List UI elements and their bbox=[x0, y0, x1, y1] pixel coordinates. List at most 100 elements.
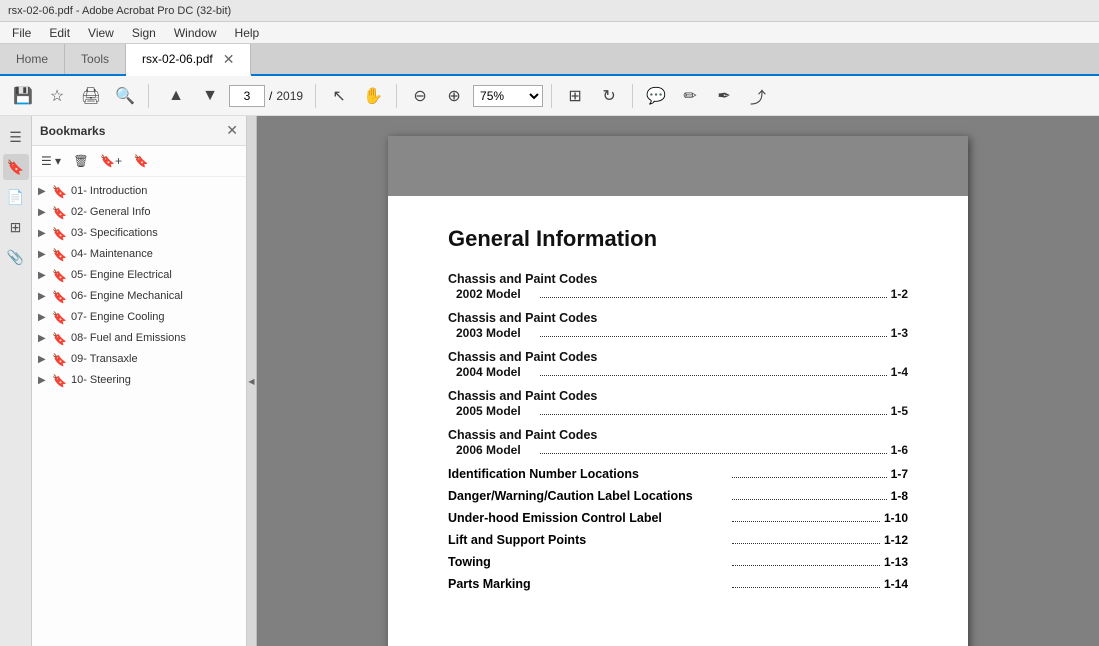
zoom-in-button[interactable]: ⊕ bbox=[439, 82, 469, 110]
bookmarks-delete-button[interactable]: 🗑 bbox=[68, 150, 94, 172]
toc-sub-label-0: 2002 Model bbox=[456, 287, 536, 301]
toc-single-dots-5 bbox=[732, 587, 880, 588]
panel-toggle-button[interactable]: ☰ bbox=[3, 124, 29, 150]
bookmark-item-03[interactable]: ▶ 🔖 03- Specifications bbox=[32, 223, 246, 244]
zoom-out-button[interactable]: ⊖ bbox=[405, 82, 435, 110]
hand-tool-button[interactable]: ✋ bbox=[358, 82, 388, 110]
bookmark-icon: 🔖 bbox=[52, 374, 67, 388]
bookmark-label-09: 09- Transaxle bbox=[71, 352, 138, 366]
bookmark-button[interactable]: ☆ bbox=[42, 82, 72, 110]
toc-single-2: Under-hood Emission Control Label 1-10 bbox=[448, 511, 908, 525]
bookmark-item-07[interactable]: ▶ 🔖 07- Engine Cooling bbox=[32, 307, 246, 328]
section-title: General Information bbox=[448, 226, 908, 252]
rotate-button[interactable]: ↻ bbox=[594, 82, 624, 110]
bookmark-item-08[interactable]: ▶ 🔖 08- Fuel and Emissions bbox=[32, 328, 246, 349]
bookmark-label-06: 06- Engine Mechanical bbox=[71, 289, 183, 303]
page-navigation: ▲ ▼ / 2019 bbox=[161, 82, 303, 110]
menu-edit[interactable]: Edit bbox=[41, 24, 78, 42]
pdf-area[interactable]: General Information Chassis and Paint Co… bbox=[257, 116, 1099, 646]
tab-pdf[interactable]: rsx-02-06.pdf ✕ bbox=[126, 44, 251, 76]
page-number-input[interactable] bbox=[229, 85, 265, 107]
next-page-button[interactable]: ▼ bbox=[195, 82, 225, 110]
bookmarks-close-button[interactable]: ✕ bbox=[226, 122, 238, 139]
bookmark-item-10[interactable]: ▶ 🔖 10- Steering bbox=[32, 370, 246, 391]
highlight-button[interactable]: ✏ bbox=[675, 82, 705, 110]
toc-single-5: Parts Marking 1-14 bbox=[448, 577, 908, 591]
toc-sub-label-3: 2005 Model bbox=[456, 404, 536, 418]
zoom-select[interactable]: 50% 75% 75% 100% 125% 150% bbox=[473, 85, 543, 107]
toc-single-4: Towing 1-13 bbox=[448, 555, 908, 569]
toc-main-4: Chassis and Paint Codes bbox=[448, 428, 908, 442]
bookmark-item-06[interactable]: ▶ 🔖 06- Engine Mechanical bbox=[32, 286, 246, 307]
share-button[interactable]: ⤴ bbox=[743, 82, 773, 110]
tab-close-icon[interactable]: ✕ bbox=[223, 51, 235, 68]
bookmarks-list: ▶ 🔖 01- Introduction ▶ 🔖 02- General Inf… bbox=[32, 177, 246, 646]
bookmark-item-04[interactable]: ▶ 🔖 04- Maintenance bbox=[32, 244, 246, 265]
toc-dots-1 bbox=[540, 336, 887, 337]
bookmark-item-01[interactable]: ▶ 🔖 01- Introduction bbox=[32, 181, 246, 202]
save-button[interactable]: 💾 bbox=[8, 82, 38, 110]
toolbar-separator-4 bbox=[551, 84, 552, 108]
tab-home[interactable]: Home bbox=[0, 44, 65, 74]
toc-entry-0: Chassis and Paint Codes 2002 Model 1-2 bbox=[448, 272, 908, 301]
toc-page-0: 1-2 bbox=[891, 287, 908, 301]
search-button[interactable]: 🔍 bbox=[110, 82, 140, 110]
bookmark-icon: 🔖 bbox=[52, 311, 67, 325]
toc-single-page-4: 1-13 bbox=[884, 555, 908, 569]
toc-page-1: 1-3 bbox=[891, 326, 908, 340]
menu-window[interactable]: Window bbox=[166, 24, 225, 42]
toc-main-1: Chassis and Paint Codes bbox=[448, 311, 908, 325]
toolbar-separator-1 bbox=[148, 84, 149, 108]
tab-tools[interactable]: Tools bbox=[65, 44, 126, 74]
chevron-right-icon: ▶ bbox=[38, 207, 48, 218]
bookmark-label-01: 01- Introduction bbox=[71, 184, 147, 198]
toc-single-page-1: 1-8 bbox=[891, 489, 908, 503]
attachments-panel-button[interactable]: 📎 bbox=[3, 244, 29, 270]
bookmarks-menu-button[interactable]: ☰ ▾ bbox=[38, 150, 64, 172]
bookmark-label-10: 10- Steering bbox=[71, 373, 131, 387]
prev-page-button[interactable]: ▲ bbox=[161, 82, 191, 110]
menu-bar: File Edit View Sign Window Help bbox=[0, 22, 1099, 44]
chevron-right-icon: ▶ bbox=[38, 186, 48, 197]
fit-page-button[interactable]: ⊞ bbox=[560, 82, 590, 110]
markup-button[interactable]: ✒ bbox=[709, 82, 739, 110]
toc-single-dots-1 bbox=[732, 499, 887, 500]
panel-collapse-handle[interactable]: ◀ bbox=[247, 116, 257, 646]
toc-single-dots-4 bbox=[732, 565, 880, 566]
cursor-tool-button[interactable]: ↖ bbox=[324, 82, 354, 110]
toc-dots-4 bbox=[540, 453, 887, 454]
bookmark-icon: 🔖 bbox=[52, 248, 67, 262]
bookmark-label-03: 03- Specifications bbox=[71, 226, 158, 240]
layers-panel-button[interactable]: ⊞ bbox=[3, 214, 29, 240]
bookmark-item-09[interactable]: ▶ 🔖 09- Transaxle bbox=[32, 349, 246, 370]
chevron-right-icon: ▶ bbox=[38, 354, 48, 365]
bookmark-icon: 🔖 bbox=[52, 227, 67, 241]
chevron-right-icon: ▶ bbox=[38, 312, 48, 323]
bookmark-item-05[interactable]: ▶ 🔖 05- Engine Electrical bbox=[32, 265, 246, 286]
bookmarks-add-button[interactable]: 🔖+ bbox=[98, 150, 124, 172]
bookmarks-toolbar: ☰ ▾ 🗑 🔖+ 🔖 bbox=[32, 146, 246, 177]
bookmarks-newbookmark-button[interactable]: 🔖 bbox=[128, 150, 154, 172]
toc-page-4: 1-6 bbox=[891, 443, 908, 457]
print-button[interactable]: 🖨 bbox=[76, 82, 106, 110]
toolbar: 💾 ☆ 🖨 🔍 ▲ ▼ / 2019 ↖ ✋ ⊖ ⊕ 50% 75% 75% 1… bbox=[0, 76, 1099, 116]
chevron-right-icon: ▶ bbox=[38, 375, 48, 386]
menu-view[interactable]: View bbox=[80, 24, 122, 42]
toc-sub-3: 2005 Model 1-5 bbox=[448, 404, 908, 418]
bookmark-item-02[interactable]: ▶ 🔖 02- General Info bbox=[32, 202, 246, 223]
toc-single-label-4: Towing bbox=[448, 555, 728, 569]
toc-main-3: Chassis and Paint Codes bbox=[448, 389, 908, 403]
toc-single-dots-0 bbox=[732, 477, 887, 478]
menu-file[interactable]: File bbox=[4, 24, 39, 42]
menu-help[interactable]: Help bbox=[227, 24, 268, 42]
toc-single-1: Danger/Warning/Caution Label Locations 1… bbox=[448, 489, 908, 503]
chevron-right-icon: ▶ bbox=[38, 228, 48, 239]
pages-panel-button[interactable]: 📄 bbox=[3, 184, 29, 210]
menu-sign[interactable]: Sign bbox=[124, 24, 164, 42]
comment-button[interactable]: 💬 bbox=[641, 82, 671, 110]
toolbar-separator-3 bbox=[396, 84, 397, 108]
toc-entry-1: Chassis and Paint Codes 2003 Model 1-3 bbox=[448, 311, 908, 340]
toc-sub-label-1: 2003 Model bbox=[456, 326, 536, 340]
bookmarks-panel-button[interactable]: 🔖 bbox=[3, 154, 29, 180]
bookmark-label-05: 05- Engine Electrical bbox=[71, 268, 172, 282]
